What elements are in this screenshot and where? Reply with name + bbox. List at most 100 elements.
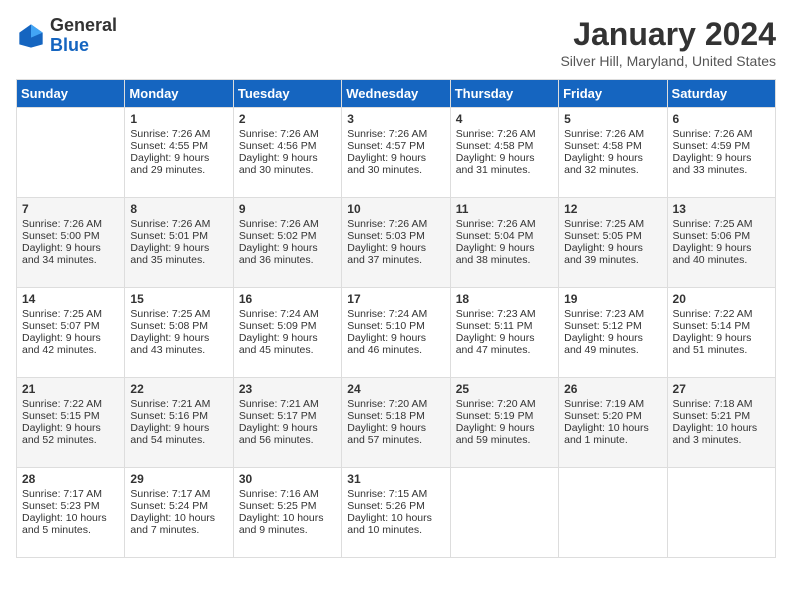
calendar-cell: 9 Sunrise: 7:26 AM Sunset: 5:02 PM Dayli… (233, 198, 341, 288)
daylight: Daylight: 9 hours and 35 minutes. (130, 242, 209, 266)
sunrise: Sunrise: 7:20 AM (347, 398, 427, 410)
sunset: Sunset: 4:56 PM (239, 140, 317, 152)
calendar-cell: 25 Sunrise: 7:20 AM Sunset: 5:19 PM Dayl… (450, 378, 558, 468)
calendar-cell: 3 Sunrise: 7:26 AM Sunset: 4:57 PM Dayli… (342, 108, 450, 198)
logo-icon (16, 21, 46, 51)
calendar-cell: 22 Sunrise: 7:21 AM Sunset: 5:16 PM Dayl… (125, 378, 233, 468)
sunset: Sunset: 4:58 PM (564, 140, 642, 152)
sunset: Sunset: 5:02 PM (239, 230, 317, 242)
calendar-cell: 21 Sunrise: 7:22 AM Sunset: 5:15 PM Dayl… (17, 378, 125, 468)
col-header-friday: Friday (559, 80, 667, 108)
day-number: 21 (22, 382, 119, 396)
day-number: 8 (130, 202, 227, 216)
sunrise: Sunrise: 7:16 AM (239, 488, 319, 500)
sunset: Sunset: 5:14 PM (673, 320, 751, 332)
day-number: 2 (239, 112, 336, 126)
sunrise: Sunrise: 7:26 AM (456, 218, 536, 230)
day-number: 22 (130, 382, 227, 396)
daylight: Daylight: 9 hours and 54 minutes. (130, 422, 209, 446)
sunrise: Sunrise: 7:21 AM (239, 398, 319, 410)
day-number: 16 (239, 292, 336, 306)
month-title: January 2024 (560, 16, 776, 53)
daylight: Daylight: 9 hours and 36 minutes. (239, 242, 318, 266)
calendar-cell: 7 Sunrise: 7:26 AM Sunset: 5:00 PM Dayli… (17, 198, 125, 288)
daylight: Daylight: 9 hours and 40 minutes. (673, 242, 752, 266)
calendar-cell: 8 Sunrise: 7:26 AM Sunset: 5:01 PM Dayli… (125, 198, 233, 288)
sunset: Sunset: 5:00 PM (22, 230, 100, 242)
sunset: Sunset: 5:12 PM (564, 320, 642, 332)
calendar-week-3: 14 Sunrise: 7:25 AM Sunset: 5:07 PM Dayl… (17, 288, 776, 378)
calendar-header-row: SundayMondayTuesdayWednesdayThursdayFrid… (17, 80, 776, 108)
sunrise: Sunrise: 7:19 AM (564, 398, 644, 410)
location: Silver Hill, Maryland, United States (560, 53, 776, 69)
day-number: 12 (564, 202, 661, 216)
sunrise: Sunrise: 7:24 AM (347, 308, 427, 320)
sunset: Sunset: 5:24 PM (130, 500, 208, 512)
sunset: Sunset: 5:18 PM (347, 410, 425, 422)
daylight: Daylight: 9 hours and 46 minutes. (347, 332, 426, 356)
sunrise: Sunrise: 7:26 AM (130, 218, 210, 230)
day-number: 7 (22, 202, 119, 216)
day-number: 27 (673, 382, 770, 396)
calendar-cell: 11 Sunrise: 7:26 AM Sunset: 5:04 PM Dayl… (450, 198, 558, 288)
calendar-cell (559, 468, 667, 558)
day-number: 15 (130, 292, 227, 306)
daylight: Daylight: 9 hours and 43 minutes. (130, 332, 209, 356)
calendar-cell (450, 468, 558, 558)
sunset: Sunset: 4:58 PM (456, 140, 534, 152)
day-number: 3 (347, 112, 444, 126)
calendar-cell: 17 Sunrise: 7:24 AM Sunset: 5:10 PM Dayl… (342, 288, 450, 378)
calendar-table: SundayMondayTuesdayWednesdayThursdayFrid… (16, 79, 776, 558)
day-number: 17 (347, 292, 444, 306)
col-header-thursday: Thursday (450, 80, 558, 108)
sunset: Sunset: 5:09 PM (239, 320, 317, 332)
calendar-cell: 16 Sunrise: 7:24 AM Sunset: 5:09 PM Dayl… (233, 288, 341, 378)
sunset: Sunset: 5:06 PM (673, 230, 751, 242)
daylight: Daylight: 10 hours and 10 minutes. (347, 512, 432, 536)
sunset: Sunset: 5:17 PM (239, 410, 317, 422)
sunrise: Sunrise: 7:26 AM (347, 218, 427, 230)
day-number: 11 (456, 202, 553, 216)
calendar-week-4: 21 Sunrise: 7:22 AM Sunset: 5:15 PM Dayl… (17, 378, 776, 468)
sunset: Sunset: 5:15 PM (22, 410, 100, 422)
daylight: Daylight: 9 hours and 52 minutes. (22, 422, 101, 446)
sunrise: Sunrise: 7:24 AM (239, 308, 319, 320)
sunrise: Sunrise: 7:26 AM (239, 128, 319, 140)
calendar-week-5: 28 Sunrise: 7:17 AM Sunset: 5:23 PM Dayl… (17, 468, 776, 558)
sunset: Sunset: 5:10 PM (347, 320, 425, 332)
calendar-cell: 28 Sunrise: 7:17 AM Sunset: 5:23 PM Dayl… (17, 468, 125, 558)
day-number: 29 (130, 472, 227, 486)
day-number: 20 (673, 292, 770, 306)
daylight: Daylight: 9 hours and 29 minutes. (130, 152, 209, 176)
sunrise: Sunrise: 7:21 AM (130, 398, 210, 410)
title-block: January 2024 Silver Hill, Maryland, Unit… (560, 16, 776, 69)
logo: General Blue (16, 16, 117, 56)
calendar-cell: 14 Sunrise: 7:25 AM Sunset: 5:07 PM Dayl… (17, 288, 125, 378)
daylight: Daylight: 9 hours and 57 minutes. (347, 422, 426, 446)
sunrise: Sunrise: 7:17 AM (130, 488, 210, 500)
daylight: Daylight: 10 hours and 3 minutes. (673, 422, 758, 446)
sunset: Sunset: 4:55 PM (130, 140, 208, 152)
calendar-cell: 20 Sunrise: 7:22 AM Sunset: 5:14 PM Dayl… (667, 288, 775, 378)
sunrise: Sunrise: 7:26 AM (130, 128, 210, 140)
calendar-cell: 23 Sunrise: 7:21 AM Sunset: 5:17 PM Dayl… (233, 378, 341, 468)
sunrise: Sunrise: 7:15 AM (347, 488, 427, 500)
sunset: Sunset: 5:25 PM (239, 500, 317, 512)
calendar-cell: 6 Sunrise: 7:26 AM Sunset: 4:59 PM Dayli… (667, 108, 775, 198)
sunrise: Sunrise: 7:22 AM (673, 308, 753, 320)
daylight: Daylight: 9 hours and 30 minutes. (347, 152, 426, 176)
daylight: Daylight: 10 hours and 9 minutes. (239, 512, 324, 536)
daylight: Daylight: 9 hours and 47 minutes. (456, 332, 535, 356)
calendar-cell: 31 Sunrise: 7:15 AM Sunset: 5:26 PM Dayl… (342, 468, 450, 558)
calendar-cell: 15 Sunrise: 7:25 AM Sunset: 5:08 PM Dayl… (125, 288, 233, 378)
daylight: Daylight: 9 hours and 33 minutes. (673, 152, 752, 176)
calendar-cell: 10 Sunrise: 7:26 AM Sunset: 5:03 PM Dayl… (342, 198, 450, 288)
sunrise: Sunrise: 7:17 AM (22, 488, 102, 500)
daylight: Daylight: 10 hours and 1 minute. (564, 422, 649, 446)
daylight: Daylight: 9 hours and 37 minutes. (347, 242, 426, 266)
daylight: Daylight: 9 hours and 38 minutes. (456, 242, 535, 266)
daylight: Daylight: 9 hours and 34 minutes. (22, 242, 101, 266)
calendar-cell (17, 108, 125, 198)
daylight: Daylight: 9 hours and 56 minutes. (239, 422, 318, 446)
daylight: Daylight: 9 hours and 42 minutes. (22, 332, 101, 356)
